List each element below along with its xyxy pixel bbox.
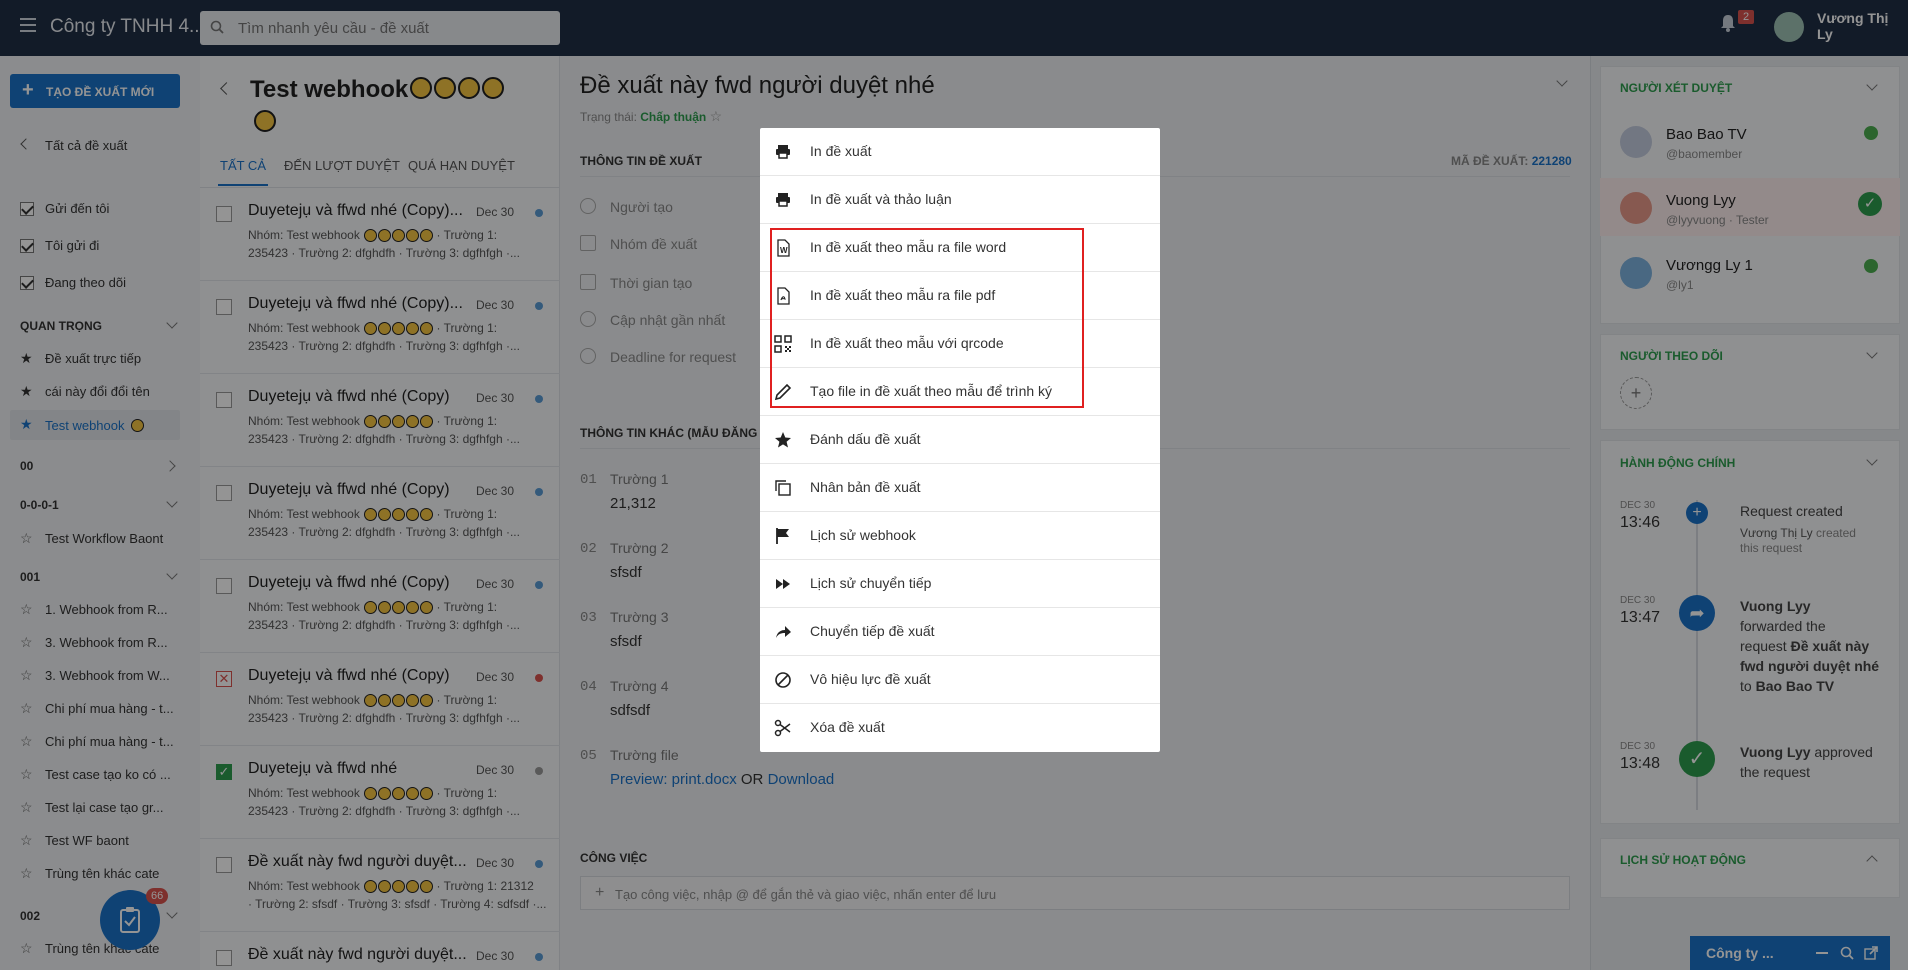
flag-icon [776, 528, 789, 544]
scissors-icon [774, 719, 791, 737]
menu-item-mark[interactable]: Đánh dấu đề xuất [760, 416, 1160, 464]
star-icon [775, 432, 791, 448]
menu-item-webhook-history[interactable]: Lịch sử webhook [760, 512, 1160, 560]
fast-forward-icon [776, 579, 790, 589]
ban-icon [775, 672, 791, 688]
menu-item-print-with-discussion[interactable]: In đề xuất và thảo luận [760, 176, 1160, 224]
menu-item-duplicate[interactable]: Nhân bản đề xuất [760, 464, 1160, 512]
copy-icon [775, 480, 791, 496]
printer-icon [776, 145, 790, 159]
menu-item-delete[interactable]: Xóa đề xuất [760, 704, 1160, 752]
printer-icon [776, 193, 790, 207]
share-arrow-icon [776, 626, 791, 638]
actions-menu: In đề xuất In đề xuất và thảo luận W In … [760, 128, 1160, 752]
menu-item-forward[interactable]: Chuyển tiếp đề xuất [760, 608, 1160, 656]
menu-item-invalidate[interactable]: Vô hiệu lực đề xuất [760, 656, 1160, 704]
menu-item-print[interactable]: In đề xuất [760, 128, 1160, 176]
highlight-box [770, 228, 1084, 408]
menu-item-forward-history[interactable]: Lịch sử chuyển tiếp [760, 560, 1160, 608]
